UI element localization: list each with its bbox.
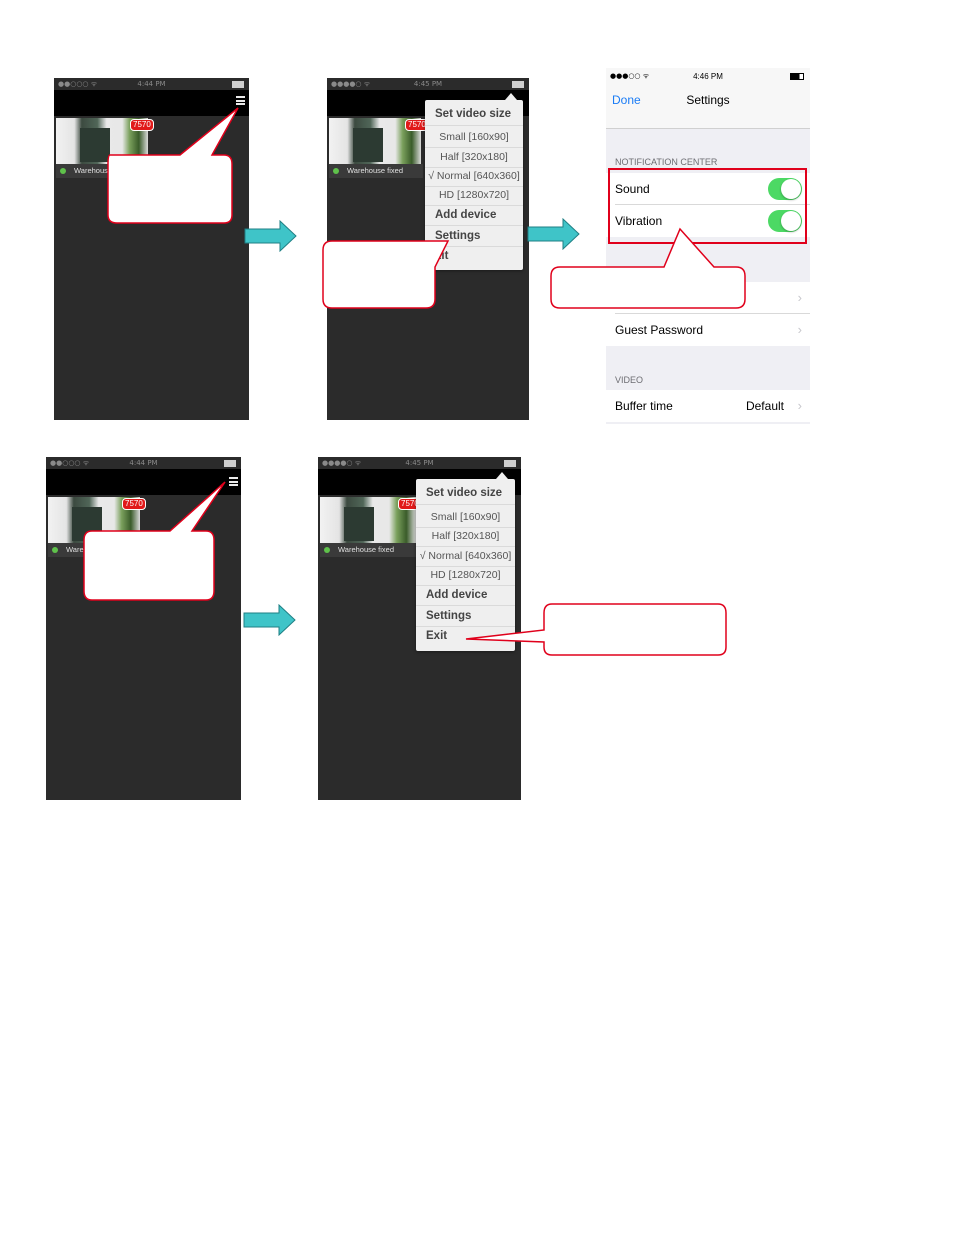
section-notification-center: NOTIFICATION CENTER	[615, 157, 718, 167]
callout-1	[107, 107, 239, 224]
status-time: 4:44 PM	[137, 80, 166, 88]
callout-3	[550, 227, 746, 309]
callout-5	[465, 603, 727, 656]
callout-4	[83, 481, 226, 601]
status-time: 4:45 PM	[405, 459, 434, 467]
battery-icon	[232, 81, 244, 88]
menu-item-normal[interactable]: √ Normal [640x360]	[425, 167, 523, 187]
settings-row-guest-password[interactable]: Guest Password ›	[606, 314, 810, 346]
menu-icon[interactable]	[229, 477, 238, 486]
page-title: Settings	[686, 93, 730, 107]
menu-header-video-size: Set video size	[416, 482, 515, 505]
flow-arrow-3	[243, 604, 296, 636]
status-bar: ●●○○○ ᯤ 4:44 PM	[46, 457, 241, 469]
status-bar: ●●○○○ ᯤ 4:44 PM	[54, 78, 249, 90]
section-video: VIDEO	[615, 375, 644, 385]
menu-header-video-size: Set video size	[425, 103, 523, 126]
menu-item-half[interactable]: Half [320x180]	[425, 148, 523, 168]
camera-label: Warehouse fixed	[320, 543, 416, 557]
battery-icon	[504, 460, 516, 467]
menu-item-normal[interactable]: √ Normal [640x360]	[416, 547, 515, 567]
status-time: 4:45 PM	[413, 80, 443, 88]
menu-item-add-device[interactable]: Add device	[425, 206, 523, 226]
battery-icon	[790, 73, 804, 80]
battery-icon	[512, 81, 524, 88]
menu-item-small[interactable]: Small [160x90]	[425, 128, 523, 148]
online-status-icon	[333, 168, 339, 175]
online-status-icon	[60, 168, 66, 175]
flow-arrow-1	[244, 220, 297, 252]
guest-password-label: Guest Password	[615, 323, 704, 337]
menu-item-hd[interactable]: HD [1280x720]	[425, 186, 523, 206]
menu-item-hd[interactable]: HD [1280x720]	[416, 566, 515, 586]
buffer-time-label: Buffer time	[615, 399, 673, 413]
chevron-right-icon: ›	[797, 290, 802, 305]
menu-item-small[interactable]: Small [160x90]	[416, 508, 515, 528]
chevron-right-icon: ›	[797, 398, 802, 413]
status-bar: ●●●●○ ᯤ 4:45 PM	[318, 457, 521, 469]
online-status-icon	[324, 547, 330, 554]
navigation-bar: ●●●○○ ᯤ 4:46 PM Done Settings	[606, 68, 810, 129]
status-bar: ●●●●○ ᯤ 4:45 PM	[327, 78, 529, 90]
buffer-time-value: Default	[745, 399, 784, 413]
status-time: 4:46 PM	[693, 72, 723, 81]
settings-row-buffer-time[interactable]: Buffer time Default ›	[606, 390, 810, 422]
callout-2	[322, 240, 450, 309]
menu-item-half[interactable]: Half [320x180]	[416, 527, 515, 547]
online-status-icon	[52, 547, 58, 554]
status-time: 4:44 PM	[129, 459, 158, 467]
battery-icon	[224, 460, 236, 467]
chevron-right-icon: ›	[797, 322, 802, 337]
camera-label: Warehouse fixed	[329, 164, 423, 178]
